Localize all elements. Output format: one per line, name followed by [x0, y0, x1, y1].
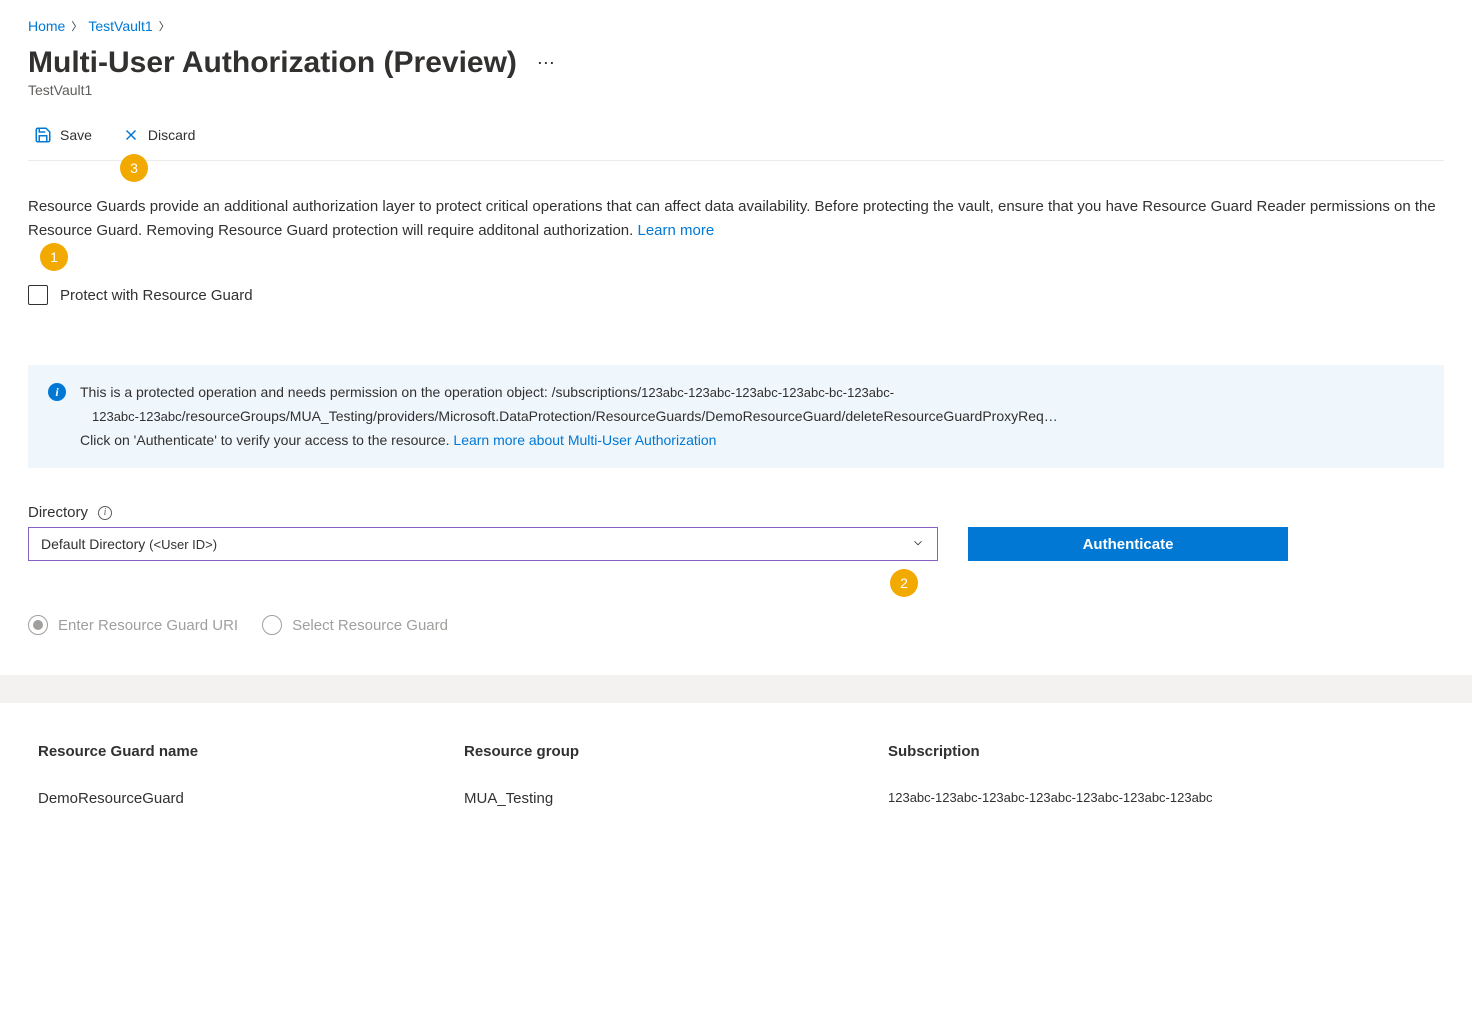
breadcrumb: Home 〉 TestVault1 〉 — [28, 18, 1444, 34]
table-header-name: Resource Guard name — [28, 743, 464, 760]
callout-badge-2: 2 — [890, 569, 918, 597]
learn-mua-link[interactable]: Learn more about Multi-User Authorizatio… — [453, 432, 716, 448]
more-options-icon[interactable]: ⋯ — [537, 53, 555, 74]
callout-badge-3: 3 — [120, 154, 148, 182]
divider — [0, 675, 1472, 703]
close-icon — [122, 126, 140, 144]
radio-icon — [28, 615, 48, 635]
info-line2-path: /resourceGroups/MUA_Testing/providers/Mi… — [182, 408, 1058, 424]
table-cell-sub: 123abc-123abc-123abc-123abc-123abc-123ab… — [888, 790, 1444, 807]
chevron-right-icon: 〉 — [71, 18, 82, 34]
table-cell-name: DemoResourceGuard — [28, 790, 464, 807]
radio-select-label: Select Resource Guard — [292, 617, 448, 634]
breadcrumb-home[interactable]: Home — [28, 18, 65, 34]
radio-enter-uri[interactable]: Enter Resource Guard URI — [28, 615, 238, 635]
description-text: Resource Guards provide an additional au… — [28, 195, 1444, 243]
table-header-sub: Subscription — [888, 743, 1444, 760]
chevron-down-icon — [911, 536, 925, 553]
discard-label: Discard — [148, 127, 195, 143]
save-label: Save — [60, 127, 92, 143]
chevron-right-icon: 〉 — [159, 18, 170, 34]
info-tooltip-icon[interactable]: i — [98, 506, 112, 520]
info-icon: i — [48, 383, 66, 401]
info-line2-id: 123abc-123abc — [92, 409, 182, 424]
save-icon — [34, 126, 52, 144]
radio-icon — [262, 615, 282, 635]
authenticate-button[interactable]: Authenticate — [968, 527, 1288, 561]
table-row: DemoResourceGuard MUA_Testing 123abc-123… — [28, 790, 1444, 807]
info-box: i This is a protected operation and need… — [28, 365, 1444, 468]
table-cell-rg: MUA_Testing — [464, 790, 888, 807]
protect-checkbox[interactable] — [28, 285, 48, 305]
table-header-rg: Resource group — [464, 743, 888, 760]
radio-select-guard[interactable]: Select Resource Guard — [262, 615, 448, 635]
discard-button[interactable]: Discard — [116, 122, 201, 148]
directory-label: Directory — [28, 504, 88, 521]
protect-checkbox-label: Protect with Resource Guard — [60, 287, 253, 304]
breadcrumb-vault[interactable]: TestVault1 — [88, 18, 152, 34]
radio-uri-label: Enter Resource Guard URI — [58, 617, 238, 634]
info-line1: This is a protected operation and needs … — [80, 384, 641, 400]
directory-selected: Default Directory — [41, 536, 149, 552]
resource-guard-table: Resource Guard name Resource group Subsc… — [28, 743, 1444, 807]
learn-more-link[interactable]: Learn more — [638, 222, 715, 239]
callout-badge-1: 1 — [40, 243, 68, 271]
directory-user-id: (<User ID>) — [149, 537, 217, 552]
info-subid: 123abc-123abc-123abc-123abc-bc-123abc- — [641, 385, 894, 400]
directory-dropdown[interactable]: Default Directory (<User ID>) — [28, 527, 938, 561]
info-line3: Click on 'Authenticate' to verify your a… — [80, 432, 453, 448]
page-subtitle: TestVault1 — [28, 82, 1444, 98]
page-title: Multi-User Authorization (Preview) — [28, 46, 517, 80]
save-button[interactable]: Save — [28, 122, 98, 148]
toolbar: Save Discard 3 — [28, 122, 1444, 161]
